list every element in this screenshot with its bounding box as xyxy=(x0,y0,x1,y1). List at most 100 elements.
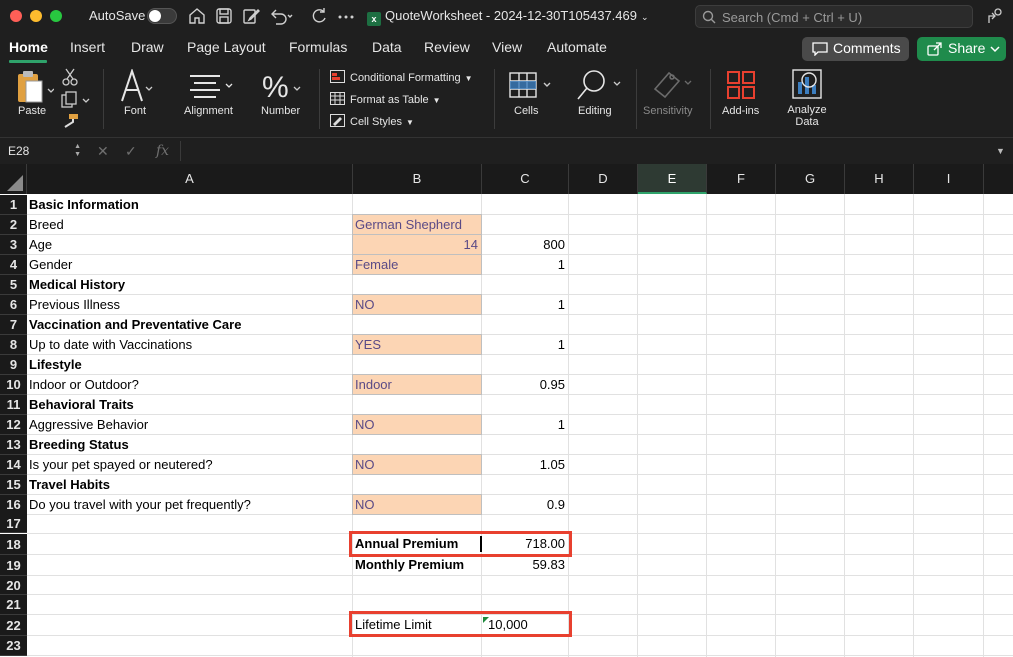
row-header[interactable]: 2 xyxy=(0,215,27,235)
cell-b3-input[interactable]: 14 xyxy=(352,234,482,255)
cell-b14-input[interactable]: NO xyxy=(352,454,482,475)
alignment-button[interactable]: Alignment xyxy=(180,63,240,137)
cell-c14[interactable]: 1.05 xyxy=(482,455,568,475)
zoom-window-button[interactable] xyxy=(50,10,62,22)
row-header[interactable]: 11 xyxy=(0,395,27,415)
tab-formulas[interactable]: Formulas xyxy=(289,39,347,55)
row-header[interactable]: 8 xyxy=(0,335,27,355)
row-header[interactable]: 16 xyxy=(0,495,27,515)
cell-a10[interactable]: Indoor or Outdoor? xyxy=(27,375,352,395)
cell-c12[interactable]: 1 xyxy=(482,415,568,435)
editing-button[interactable]: Editing xyxy=(574,63,622,137)
cell-a4[interactable]: Gender xyxy=(27,255,352,275)
cell-a9[interactable]: Lifestyle xyxy=(27,355,352,375)
formula-input[interactable] xyxy=(180,141,992,161)
cell-c4[interactable]: 1 xyxy=(482,255,568,275)
copy-icon[interactable] xyxy=(60,91,92,109)
row-header[interactable]: 5 xyxy=(0,275,27,295)
close-window-button[interactable] xyxy=(10,10,22,22)
cell-b4-input[interactable]: Female xyxy=(352,254,482,275)
search-input[interactable]: Search (Cmd + Ctrl + U) xyxy=(695,5,973,28)
tab-review[interactable]: Review xyxy=(424,39,470,55)
row-header[interactable]: 14 xyxy=(0,455,27,475)
tab-data[interactable]: Data xyxy=(372,39,402,55)
cell-a8[interactable]: Up to date with Vaccinations xyxy=(27,335,352,355)
tab-insert[interactable]: Insert xyxy=(70,39,105,55)
row-header[interactable]: 13 xyxy=(0,435,27,455)
tab-view[interactable]: View xyxy=(492,39,522,55)
row-header[interactable]: 20 xyxy=(0,576,27,595)
cell-b6-input[interactable]: NO xyxy=(352,294,482,315)
tab-automate[interactable]: Automate xyxy=(547,39,607,55)
cell-a12[interactable]: Aggressive Behavior xyxy=(27,415,352,435)
conditional-formatting-button[interactable]: Conditional Formatting ▼ xyxy=(330,70,473,84)
insert-function-button[interactable]: fx xyxy=(156,143,169,159)
redo-icon[interactable] xyxy=(309,6,329,26)
worksheet-grid[interactable]: A B C D E F G H I 1 2 3 4 5 6 7 8 9 10 1… xyxy=(0,164,1013,657)
account-share-icon[interactable] xyxy=(986,7,1004,25)
row-header[interactable]: 4 xyxy=(0,255,27,275)
cut-icon[interactable] xyxy=(62,68,78,86)
cell-a16[interactable]: Do you travel with your pet frequently? xyxy=(27,495,352,515)
column-header-i[interactable]: I xyxy=(914,164,984,194)
undo-icon[interactable] xyxy=(268,6,294,26)
cell-b16-input[interactable]: NO xyxy=(352,494,482,515)
row-header[interactable]: 15 xyxy=(0,475,27,495)
cell-b10-input[interactable]: Indoor xyxy=(352,374,482,395)
edit-icon[interactable] xyxy=(241,6,261,26)
cell-styles-button[interactable]: Cell Styles ▼ xyxy=(330,114,414,128)
autosave-toggle[interactable] xyxy=(147,8,177,24)
name-box[interactable]: E28 ▲ ▼ xyxy=(3,141,84,161)
column-header-h[interactable]: H xyxy=(845,164,914,194)
row-header[interactable]: 22 xyxy=(0,615,27,636)
cell-b12-input[interactable]: NO xyxy=(352,414,482,435)
row-header[interactable]: 3 xyxy=(0,235,27,255)
column-header-e[interactable]: E xyxy=(638,164,707,194)
row-header[interactable]: 18 xyxy=(0,534,27,555)
select-all-button[interactable] xyxy=(0,164,27,194)
column-header-b[interactable]: B xyxy=(353,164,482,194)
cell-b8-input[interactable]: YES xyxy=(352,334,482,355)
comments-button[interactable]: Comments xyxy=(802,37,909,61)
row-header[interactable]: 21 xyxy=(0,595,27,615)
document-title[interactable]: x QuoteWorksheet - 2024-12-30T105437.469 ⌄ xyxy=(367,8,649,26)
cell-c19[interactable]: 59.83 xyxy=(482,555,568,575)
more-icon[interactable] xyxy=(336,6,356,26)
column-header-d[interactable]: D xyxy=(569,164,638,194)
analyze-data-button[interactable]: Analyze Data xyxy=(782,63,832,137)
cell-a5[interactable]: Medical History xyxy=(27,275,352,295)
row-header[interactable]: 9 xyxy=(0,355,27,375)
number-button[interactable]: % Number xyxy=(258,63,306,137)
cells-button[interactable]: Cells xyxy=(504,63,554,137)
cell-c8[interactable]: 1 xyxy=(482,335,568,355)
row-header[interactable]: 17 xyxy=(0,514,27,533)
home-icon[interactable] xyxy=(187,6,207,26)
row-header[interactable]: 19 xyxy=(0,555,27,576)
column-header-f[interactable]: F xyxy=(707,164,776,194)
column-header-c[interactable]: C xyxy=(482,164,569,194)
cell-a13[interactable]: Breeding Status xyxy=(27,435,352,455)
save-icon[interactable] xyxy=(214,6,234,26)
cell-a3[interactable]: Age xyxy=(27,235,352,255)
row-header[interactable]: 1 xyxy=(0,195,27,215)
expand-formula-bar-icon[interactable]: ▼ xyxy=(996,146,1005,156)
cell-c6[interactable]: 1 xyxy=(482,295,568,315)
cell-a7[interactable]: Vaccination and Preventative Care xyxy=(27,315,352,335)
column-header-a[interactable]: A xyxy=(27,164,353,194)
row-header[interactable]: 7 xyxy=(0,315,27,335)
cell-c3[interactable]: 800 xyxy=(482,235,568,255)
format-painter-icon[interactable] xyxy=(61,113,79,129)
font-button[interactable]: Font xyxy=(114,63,158,137)
tab-page-layout[interactable]: Page Layout xyxy=(187,39,266,55)
row-header[interactable]: 12 xyxy=(0,415,27,435)
cell-a6[interactable]: Previous Illness xyxy=(27,295,352,315)
cell-c10[interactable]: 0.95 xyxy=(482,375,568,395)
row-header[interactable]: 6 xyxy=(0,295,27,315)
column-header-g[interactable]: G xyxy=(776,164,845,194)
name-box-spinner-icon[interactable]: ▲ ▼ xyxy=(74,143,81,159)
minimize-window-button[interactable] xyxy=(30,10,42,22)
enter-formula-icon[interactable]: ✓ xyxy=(125,143,137,160)
cell-a11[interactable]: Behavioral Traits xyxy=(27,395,352,415)
add-ins-button[interactable]: Add-ins xyxy=(718,63,766,137)
share-button[interactable]: Share xyxy=(917,37,1006,61)
